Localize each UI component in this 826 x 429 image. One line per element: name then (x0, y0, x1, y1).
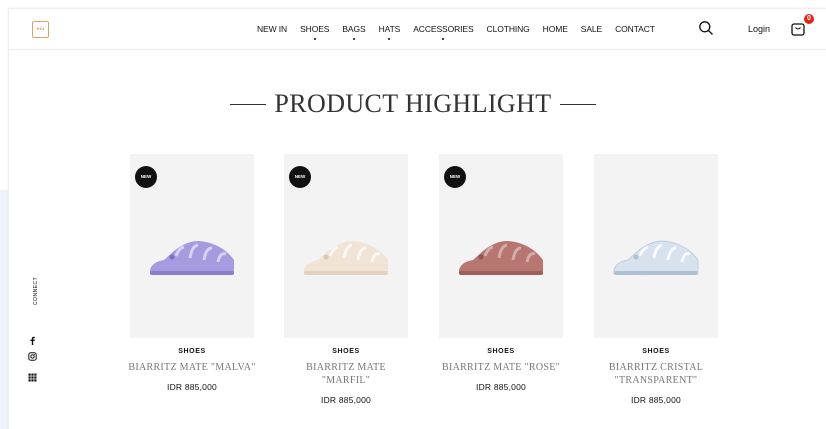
sandal-image (150, 241, 234, 275)
dropdown-indicator-icon (313, 38, 316, 40)
nav-item-sale[interactable]: SALE (581, 24, 602, 34)
nav-item-shoes[interactable]: SHOES (300, 24, 329, 40)
search-icon[interactable] (698, 20, 714, 36)
product-price: IDR 885,000 (321, 395, 371, 405)
product-name[interactable]: BIARRITZ MATE "ROSE" (417, 361, 585, 374)
sandal-image (304, 241, 388, 275)
product-price: IDR 885,000 (476, 382, 526, 392)
nav-item-accessories[interactable]: ACCESSORIES (413, 24, 474, 40)
nav-item-bags[interactable]: BAGS (342, 24, 366, 40)
facebook-icon[interactable] (28, 336, 37, 345)
dropdown-indicator-icon (352, 38, 355, 40)
dropdown-indicator-icon (388, 38, 391, 40)
product-category: SHOES (332, 348, 360, 355)
product-price: IDR 885,000 (631, 395, 681, 405)
nav-item-home[interactable]: HOME (543, 24, 568, 34)
new-badge: NEW (444, 166, 466, 188)
product-card[interactable]: NEW SHOES BIARRITZ MATE "MALVA" IDR 885,… (128, 154, 255, 392)
main-nav: NEW IN SHOES BAGS HATS ACCESSORIES CLOTH… (257, 8, 668, 50)
product-category: SHOES (487, 348, 515, 355)
product-name[interactable]: BIARRITZ CRISTAL "TRANSPARENT" (594, 361, 718, 387)
product-name[interactable]: BIARRITZ MATE "MARFIL" (294, 361, 398, 387)
product-category: SHOES (642, 348, 670, 355)
instagram-icon[interactable] (28, 352, 37, 361)
dropdown-indicator-icon (442, 38, 445, 40)
shopping-bag-icon[interactable] (791, 21, 805, 36)
login-link[interactable]: Login (748, 24, 770, 34)
product-image[interactable]: NEW (130, 154, 254, 338)
new-badge: NEW (289, 166, 311, 188)
nav-item-contact[interactable]: CONTACT (615, 24, 655, 34)
cart-count-badge: 0 (804, 14, 814, 24)
section-title: PRODUCT HIGHLIGHT (274, 89, 552, 118)
product-card[interactable]: SHOES BIARRITZ CRISTAL "TRANSPARENT" IDR… (594, 154, 718, 405)
nav-item-hats[interactable]: HATS (379, 24, 400, 40)
new-badge: NEW (135, 166, 157, 188)
product-image[interactable]: NEW (284, 154, 408, 338)
product-price: IDR 885,000 (167, 382, 217, 392)
site-logo[interactable]: niu (32, 21, 49, 38)
product-card[interactable]: NEW SHOES BIARRITZ MATE "MARFIL" IDR 885… (284, 154, 408, 405)
product-category: SHOES (178, 348, 206, 355)
nav-item-new-in[interactable]: NEW IN (257, 24, 287, 34)
product-image[interactable] (594, 154, 718, 338)
product-name[interactable]: BIARRITZ MATE "MALVA" (108, 361, 276, 374)
sandal-image (613, 240, 699, 276)
product-image[interactable]: NEW (439, 154, 563, 338)
section-heading: PRODUCT HIGHLIGHT (0, 89, 826, 119)
logo-text: niu (36, 26, 45, 32)
heading-rule-left (230, 103, 267, 105)
connect-label: CONNECT (33, 276, 39, 305)
product-card[interactable]: NEW SHOES BIARRITZ MATE "ROSE" IDR 885,0… (439, 154, 563, 392)
sandal-image (459, 241, 543, 275)
heading-rule-right (559, 103, 596, 105)
nav-item-clothing[interactable]: CLOTHING (487, 24, 530, 34)
grid-icon[interactable] (28, 373, 37, 382)
